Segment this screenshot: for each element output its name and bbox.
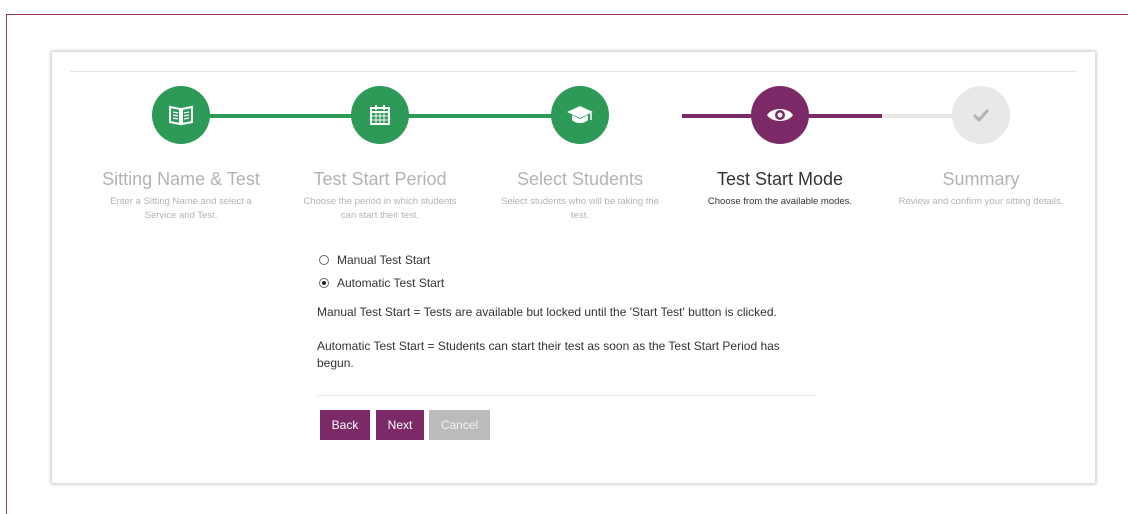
manual-test-start-option[interactable]: Manual Test Start [317, 248, 817, 271]
test-start-mode-form: Manual Test Start Automatic Test Start M… [317, 248, 817, 372]
calendar-icon [370, 105, 390, 125]
step-5-title: Summary [942, 169, 1020, 189]
step-4-circle[interactable] [751, 86, 809, 144]
automatic-test-start-label: Automatic Test Start [337, 275, 445, 290]
top-divider [70, 71, 1077, 72]
eye-icon [767, 109, 793, 121]
automatic-test-start-option[interactable]: Automatic Test Start [317, 271, 817, 294]
step-2-title: Test Start Period [313, 169, 447, 189]
step-1-title: Sitting Name & Test [102, 169, 260, 189]
step-1-description: Enter a Sitting Name and select a Servic… [110, 196, 252, 221]
step-3-circle[interactable] [551, 86, 609, 144]
automatic-explanation: Automatic Test Start = Students can star… [317, 339, 780, 370]
manual-test-start-radio[interactable] [319, 254, 329, 265]
step-2-description: Choose the period in which students can … [303, 196, 457, 221]
next-button[interactable]: Next [376, 410, 424, 440]
checkmark-icon [972, 108, 990, 122]
step-2-circle[interactable] [351, 86, 409, 144]
book-icon [169, 105, 193, 126]
manual-explanation: Manual Test Start = Tests are available … [317, 305, 777, 319]
manual-test-start-label: Manual Test Start [337, 252, 431, 267]
step-1-circle[interactable] [152, 86, 210, 144]
graduation-cap-icon [567, 106, 593, 123]
automatic-test-start-radio[interactable] [319, 277, 329, 288]
step-5-circle[interactable] [952, 86, 1010, 144]
step-4-title: Test Start Mode [716, 169, 844, 189]
form-divider [317, 395, 817, 396]
cancel-button[interactable]: Cancel [429, 410, 490, 440]
wizard-card: Sitting Name & Test Enter a Sitting Name… [51, 51, 1096, 484]
step-3-title: Select Students [516, 169, 644, 189]
step-4-description: Choose from the available modes. [707, 196, 853, 207]
step-3-description: Select students who will be taking the t… [501, 196, 659, 221]
back-button[interactable]: Back [320, 410, 370, 440]
step-5-description: Review and confirm your sitting details. [898, 196, 1064, 207]
